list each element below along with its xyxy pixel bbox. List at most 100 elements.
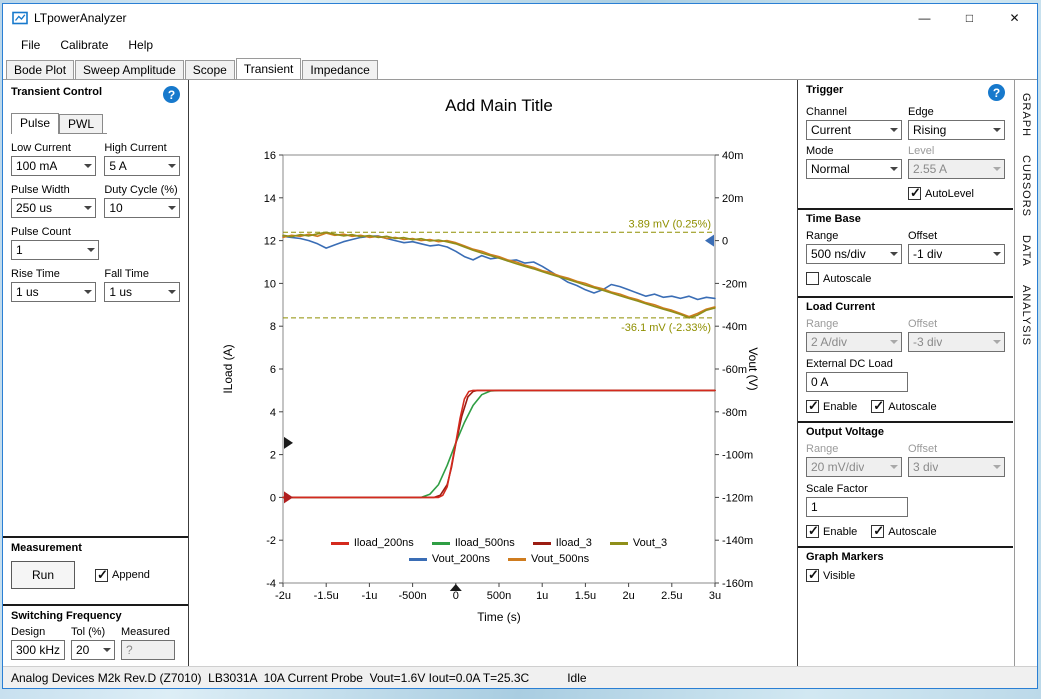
append-label: Append	[112, 569, 150, 581]
load-offset-select: -3 div	[908, 332, 1005, 352]
low-current-select[interactable]: 100 mA	[11, 156, 96, 176]
timebase-autoscale-label: Autoscale	[823, 273, 871, 285]
svg-text:500n: 500n	[487, 590, 511, 602]
vout-range-select: 20 mV/div	[806, 457, 902, 477]
load-range-label: Range	[806, 318, 902, 330]
menu-calibrate[interactable]: Calibrate	[50, 34, 118, 56]
pulse-count-select[interactable]: 1	[11, 240, 99, 260]
vout-autoscale-checkbox[interactable]: Autoscale	[871, 525, 936, 538]
trigger-header: Trigger	[806, 84, 843, 96]
tab-pulse[interactable]: Pulse	[11, 113, 59, 134]
checkbox-box	[908, 187, 921, 200]
duty-cycle-select[interactable]: 10	[104, 198, 180, 218]
design-label: Design	[11, 626, 65, 638]
tab-impedance[interactable]: Impedance	[302, 60, 377, 79]
help-icon[interactable]	[988, 84, 1005, 101]
load-autoscale-label: Autoscale	[888, 401, 936, 413]
time-base-header: Time Base	[806, 213, 1005, 225]
markers-visible-label: Visible	[823, 570, 855, 582]
status-device-info: Analog Devices M2k Rev.D (Z7010) LB3031A…	[11, 671, 529, 685]
load-enable-checkbox[interactable]: Enable	[806, 400, 857, 413]
tab-pwl[interactable]: PWL	[59, 114, 103, 133]
side-tab-cursors[interactable]: CURSORS	[1017, 148, 1035, 224]
status-state: Idle	[567, 671, 586, 685]
tolerance-select[interactable]: 20	[71, 640, 115, 660]
tab-bode-plot[interactable]: Bode Plot	[6, 60, 74, 79]
svg-text:40m: 40m	[722, 150, 743, 162]
timebase-offset-select[interactable]: -1 div	[908, 244, 1005, 264]
svg-text:-2: -2	[266, 535, 276, 547]
autolevel-checkbox[interactable]: AutoLevel	[908, 187, 1005, 200]
high-current-select[interactable]: 5 A	[104, 156, 180, 176]
svg-text:16: 16	[264, 150, 276, 162]
vout-enable-label: Enable	[823, 526, 857, 538]
load-enable-label: Enable	[823, 401, 857, 413]
chevron-down-icon	[80, 290, 95, 294]
trigger-level-select: 2.55 A	[908, 159, 1005, 179]
level-label: Level	[908, 145, 1005, 157]
vout-axis-label: Vout (V)	[746, 347, 760, 390]
side-tab-strip: GRAPH CURSORS DATA ANALYSIS	[1014, 80, 1037, 666]
timebase-offset-label: Offset	[908, 230, 1005, 242]
svg-text:0: 0	[270, 492, 276, 504]
side-tab-graph[interactable]: GRAPH	[1017, 86, 1035, 144]
chevron-down-icon	[164, 206, 179, 210]
side-tab-analysis[interactable]: ANALYSIS	[1017, 278, 1035, 353]
transient-control-header: Transient Control	[11, 86, 102, 98]
chevron-down-icon	[80, 164, 95, 168]
maximize-button[interactable]: □	[947, 4, 992, 32]
menu-file[interactable]: File	[11, 34, 50, 56]
fall-time-select[interactable]: 1 us	[104, 282, 180, 302]
svg-text:-100m: -100m	[722, 450, 753, 462]
time-base-section: Time Base Range Offset 500 ns/div -1 div	[798, 208, 1013, 288]
trigger-channel-select[interactable]: Current	[806, 120, 902, 140]
append-checkbox[interactable]: Append	[95, 569, 150, 582]
svg-text:1u: 1u	[536, 590, 548, 602]
external-dc-load-input[interactable]	[806, 372, 908, 392]
svg-text:14: 14	[264, 193, 276, 205]
load-autoscale-checkbox[interactable]: Autoscale	[871, 400, 936, 413]
switching-frequency-header: Switching Frequency	[11, 610, 180, 622]
pulse-width-select[interactable]: 250 us	[11, 198, 96, 218]
scale-factor-input[interactable]	[806, 497, 908, 517]
trigger-edge-select[interactable]: Rising	[908, 120, 1005, 140]
trigger-time-marker[interactable]	[450, 584, 462, 591]
trigger-mode-select[interactable]: Normal	[806, 159, 902, 179]
svg-text:0: 0	[722, 236, 728, 248]
run-button[interactable]: Run	[11, 561, 75, 589]
side-tab-data[interactable]: DATA	[1017, 228, 1035, 274]
svg-text:-1.5u: -1.5u	[314, 590, 339, 602]
design-frequency-input[interactable]	[11, 640, 65, 660]
markers-visible-checkbox[interactable]: Visible	[806, 569, 855, 582]
vout-offset-label: Offset	[908, 443, 1005, 455]
chart-title[interactable]: Add Main Title	[283, 96, 715, 116]
chevron-down-icon	[886, 128, 901, 132]
iload-axis-label: ILoad (A)	[221, 344, 235, 393]
external-dc-load-label: External DC Load	[806, 358, 1005, 370]
tab-scope[interactable]: Scope	[185, 60, 235, 79]
timebase-range-select[interactable]: 500 ns/div	[806, 244, 902, 264]
svg-text:-80m: -80m	[722, 407, 747, 419]
chevron-down-icon	[989, 128, 1004, 132]
tab-sweep-amplitude[interactable]: Sweep Amplitude	[75, 60, 184, 79]
svg-text:20m: 20m	[722, 193, 743, 205]
rise-time-select[interactable]: 1 us	[11, 282, 96, 302]
checkbox-box	[95, 569, 108, 582]
minimize-button[interactable]: —	[902, 4, 947, 32]
close-button[interactable]: ✕	[992, 4, 1037, 32]
output-voltage-header: Output Voltage	[806, 426, 1005, 438]
svg-text:3u: 3u	[709, 590, 721, 602]
tab-transient[interactable]: Transient	[236, 58, 302, 79]
svg-text:-20m: -20m	[722, 278, 747, 290]
svg-text:2u: 2u	[622, 590, 634, 602]
svg-text:-40m: -40m	[722, 321, 747, 333]
app-window: LTpowerAnalyzer — □ ✕ File Calibrate Hel…	[2, 3, 1038, 689]
help-icon[interactable]	[163, 86, 180, 103]
timebase-autoscale-checkbox[interactable]: Autoscale	[806, 272, 871, 285]
vout-enable-checkbox[interactable]: Enable	[806, 525, 857, 538]
menu-help[interactable]: Help	[118, 34, 163, 56]
svg-text:2: 2	[270, 450, 276, 462]
measurement-section: Measurement Run Append	[3, 536, 188, 589]
svg-text:-160m: -160m	[722, 578, 753, 590]
svg-text:-500n: -500n	[399, 590, 427, 602]
